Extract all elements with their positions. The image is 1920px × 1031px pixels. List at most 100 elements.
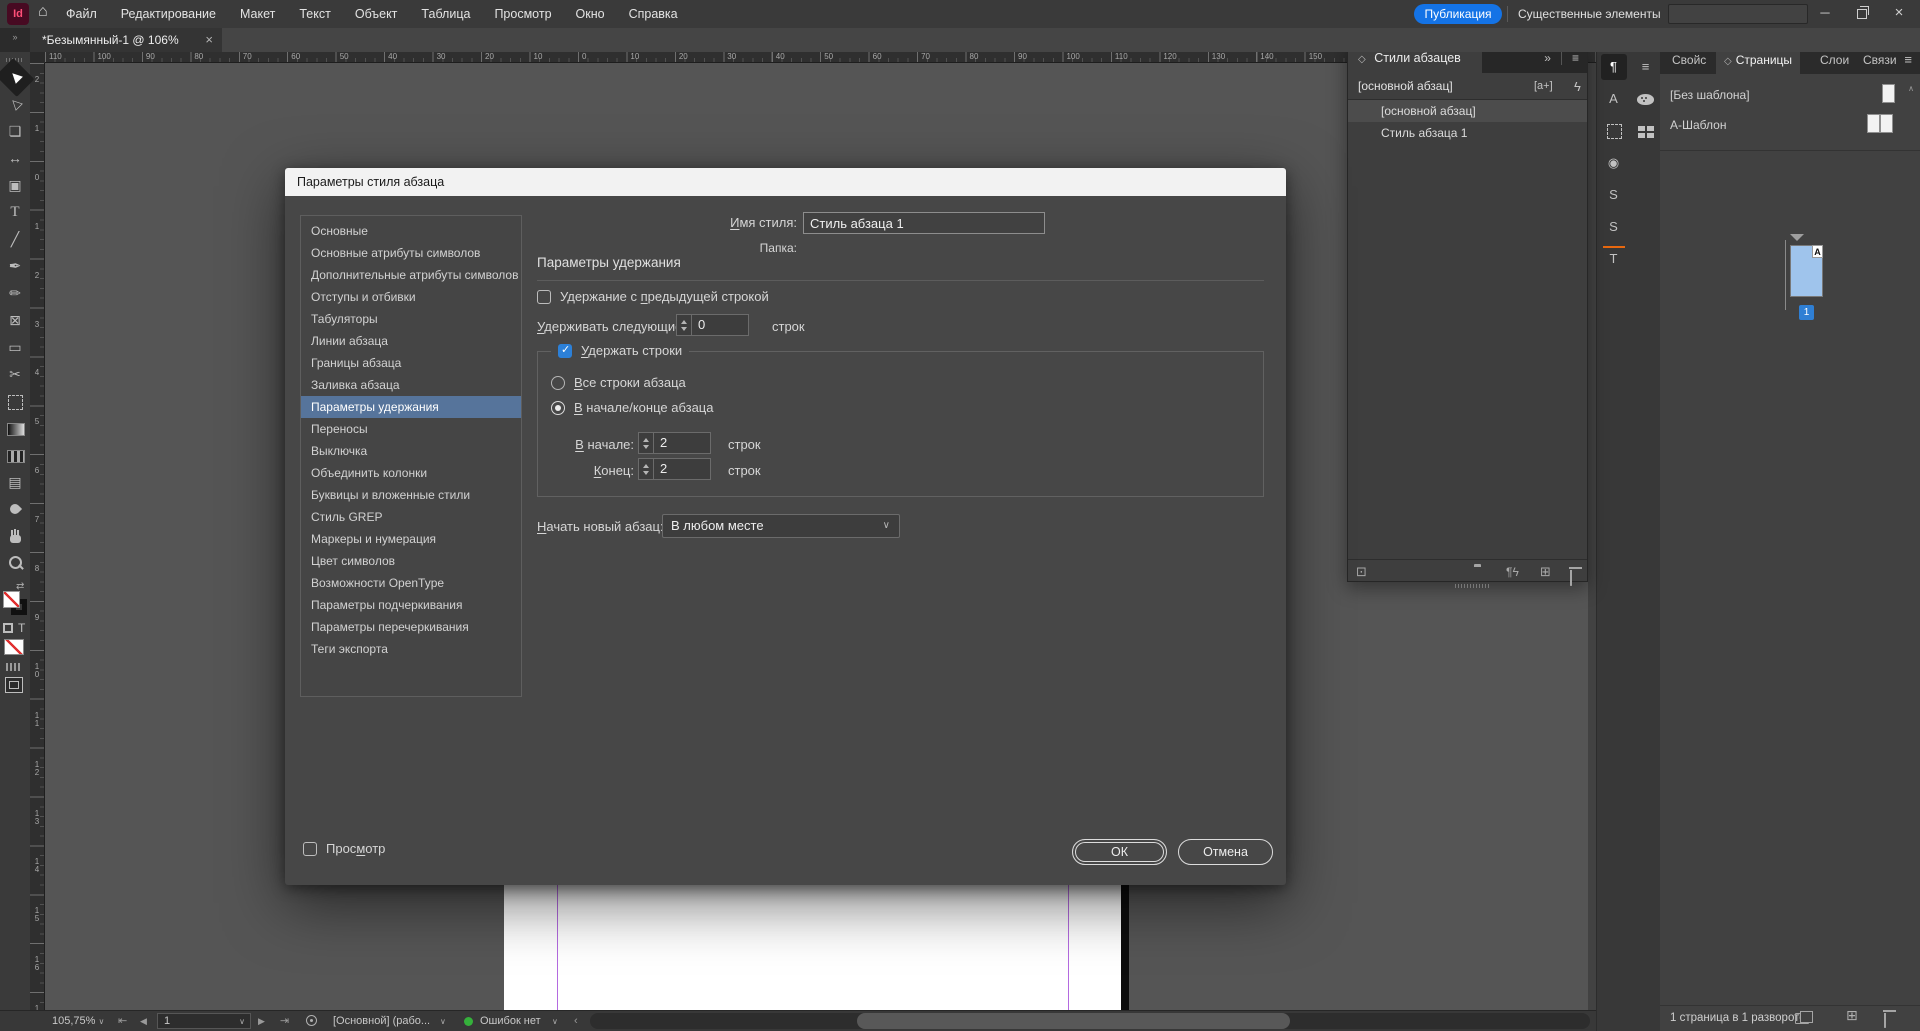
preflight-status-label[interactable]: Ошибок нет <box>480 1011 541 1031</box>
cancel-button[interactable]: Отмена <box>1178 839 1273 865</box>
dialog-category-item[interactable]: Границы абзаца <box>301 352 521 374</box>
dialog-category-item[interactable]: Основные атрибуты символов <box>301 242 521 264</box>
dialog-category-item[interactable]: Дополнительные атрибуты символов <box>301 264 521 286</box>
clear-overrides-icon[interactable]: ¶ϟ <box>1506 560 1519 584</box>
menu-item[interactable]: Окно <box>576 7 605 21</box>
paragraph-styles-panel-icon[interactable]: ¶ <box>1600 54 1627 80</box>
line-tool[interactable]: ╱ <box>2 227 28 252</box>
panel-menu-icon[interactable]: ≡ <box>1572 51 1579 65</box>
properties-panel-icon[interactable]: ≡ <box>1633 54 1659 80</box>
scrollbar-thumb[interactable] <box>857 1013 1290 1029</box>
style-list-item[interactable]: [основной абзац] <box>1348 100 1587 122</box>
at-end-stepper[interactable]: 2 <box>638 458 711 480</box>
keep-next-value[interactable]: 0 <box>691 314 749 336</box>
dialog-category-item[interactable]: Объединить колонки <box>301 462 521 484</box>
gradient-feather-tool[interactable] <box>2 443 28 468</box>
dialog-category-item[interactable]: Возможности OpenType <box>301 572 521 594</box>
formatting-affects-text-toggle[interactable]: T <box>18 621 25 635</box>
at-end-value[interactable]: 2 <box>653 458 711 480</box>
master-row-none[interactable]: [Без шаблона] <box>1660 80 1920 110</box>
ruler-corner[interactable] <box>30 52 45 63</box>
page-tool[interactable]: ❏ <box>2 119 28 144</box>
window-minimize-button[interactable]: ─ <box>1810 0 1840 26</box>
object-styles-panel-icon[interactable] <box>1601 118 1627 144</box>
content-collector-tool[interactable]: ▣ <box>2 173 28 198</box>
panel-cycle-icon[interactable]: ◇ <box>1358 54 1366 65</box>
gap-tool[interactable]: ↔ <box>2 146 28 171</box>
menu-item[interactable]: Просмотр <box>494 7 551 21</box>
page-thumbnail[interactable]: A <box>1790 245 1823 297</box>
pencil-tool[interactable]: ✏ <box>2 281 28 306</box>
quick-apply-panel-icon[interactable]: ◉ <box>1601 150 1627 176</box>
style-list-item[interactable]: Стиль абзаца 1 <box>1348 122 1587 144</box>
last-page-button[interactable]: ⇥ <box>280 1011 289 1031</box>
keep-with-previous-checkbox[interactable] <box>537 289 551 304</box>
menu-item[interactable]: Редактирование <box>121 7 216 21</box>
override-highlighter-icon[interactable]: ϟ <box>1574 73 1581 100</box>
dialog-category-item[interactable]: Заливка абзаца <box>301 374 521 396</box>
dialog-category-item[interactable]: Выключка <box>301 440 521 462</box>
menu-item[interactable]: Объект <box>355 7 398 21</box>
dialog-category-item[interactable]: Цвет символов <box>301 550 521 572</box>
horizontal-scrollbar[interactable] <box>590 1013 1590 1029</box>
margin-guide-right[interactable] <box>1068 865 1069 1010</box>
delete-style-icon[interactable] <box>1570 566 1572 590</box>
window-restore-button[interactable] <box>1846 0 1876 26</box>
start-paragraph-select[interactable]: В любом месте ∨ <box>662 514 900 538</box>
screen-mode-button[interactable] <box>5 677 23 693</box>
document-page[interactable] <box>504 865 1121 1010</box>
dialog-category-item[interactable]: Параметры перечеркивания <box>301 616 521 638</box>
first-page-button[interactable]: ⇤ <box>118 1011 127 1031</box>
page-number-field[interactable]: 1 ∨ <box>157 1013 251 1029</box>
delete-page-icon[interactable] <box>1884 1013 1886 1028</box>
search-input[interactable] <box>1668 4 1808 24</box>
dialog-category-item[interactable]: Параметры подчеркивания <box>301 594 521 616</box>
menu-item[interactable]: Текст <box>299 7 330 21</box>
panel-cycle-icon[interactable]: ◇ <box>1724 56 1732 67</box>
publish-button[interactable]: Публикация <box>1414 4 1502 24</box>
preflight-profile-label[interactable]: [Основной] (рабо... <box>333 1011 430 1031</box>
cc-libraries-panel-icon[interactable] <box>1633 86 1659 112</box>
scissors-tool[interactable]: ✂ <box>2 362 28 387</box>
workspace-switcher[interactable]: Существенные элементы ∨ <box>1518 0 1674 28</box>
gradient-panel-icon[interactable]: S <box>1601 214 1627 240</box>
all-lines-radio[interactable] <box>551 375 565 390</box>
edit-page-size-icon[interactable] <box>1795 1011 1813 1024</box>
menu-item[interactable]: Макет <box>240 7 275 21</box>
previous-page-button[interactable]: ◀ <box>140 1011 147 1031</box>
chevron-down-icon[interactable]: ∨ <box>440 1012 446 1031</box>
swatches-panel-icon[interactable]: S <box>1601 182 1627 208</box>
tab-close-icon[interactable]: × <box>205 28 213 52</box>
gradient-swatch-tool[interactable] <box>2 416 28 441</box>
text-panel-icon[interactable]: T <box>1601 246 1627 272</box>
at-start-stepper[interactable]: 2 <box>638 432 711 454</box>
dialog-category-item[interactable]: Табуляторы <box>301 308 521 330</box>
next-page-button[interactable]: ▶ <box>258 1011 265 1031</box>
create-new-style-icon[interactable]: ⊞ <box>1540 560 1551 584</box>
hand-tool[interactable] <box>2 524 28 549</box>
dialog-category-item[interactable]: Маркеры и нумерация <box>301 528 521 550</box>
direct-selection-tool[interactable]: ▷ <box>0 86 33 122</box>
preview-checkbox[interactable] <box>303 841 317 856</box>
menu-item[interactable]: Файл <box>66 7 97 21</box>
apply-none-swatch[interactable] <box>4 639 24 655</box>
home-icon[interactable]: ⌂ <box>38 3 48 21</box>
new-page-icon[interactable]: ⊞ <box>1846 1007 1858 1024</box>
style-name-input[interactable] <box>803 212 1045 234</box>
panel-collapse-icon[interactable]: » <box>0 28 30 52</box>
start-end-radio[interactable] <box>551 400 565 415</box>
ok-button[interactable]: ОК <box>1072 839 1167 865</box>
keep-next-stepper[interactable]: 0 <box>676 314 749 336</box>
window-close-button[interactable]: × <box>1884 0 1914 26</box>
pen-tool[interactable]: ✒ <box>2 254 28 279</box>
zoom-level-control[interactable]: 105,75% ∨ <box>52 1011 104 1031</box>
rectangle-frame-tool[interactable]: ⊠ <box>2 308 28 333</box>
formatting-affects-container-toggle[interactable] <box>3 623 13 633</box>
panel-resize-handle[interactable] <box>1455 584 1491 588</box>
menu-item[interactable]: Таблица <box>421 7 470 21</box>
menu-item[interactable]: Справка <box>629 7 678 21</box>
dialog-category-item[interactable]: Переносы <box>301 418 521 440</box>
scroll-left-icon[interactable]: ‹ <box>574 1011 578 1031</box>
rectangle-tool[interactable]: ▭ <box>2 335 28 360</box>
margin-guide-left[interactable] <box>557 865 558 1010</box>
